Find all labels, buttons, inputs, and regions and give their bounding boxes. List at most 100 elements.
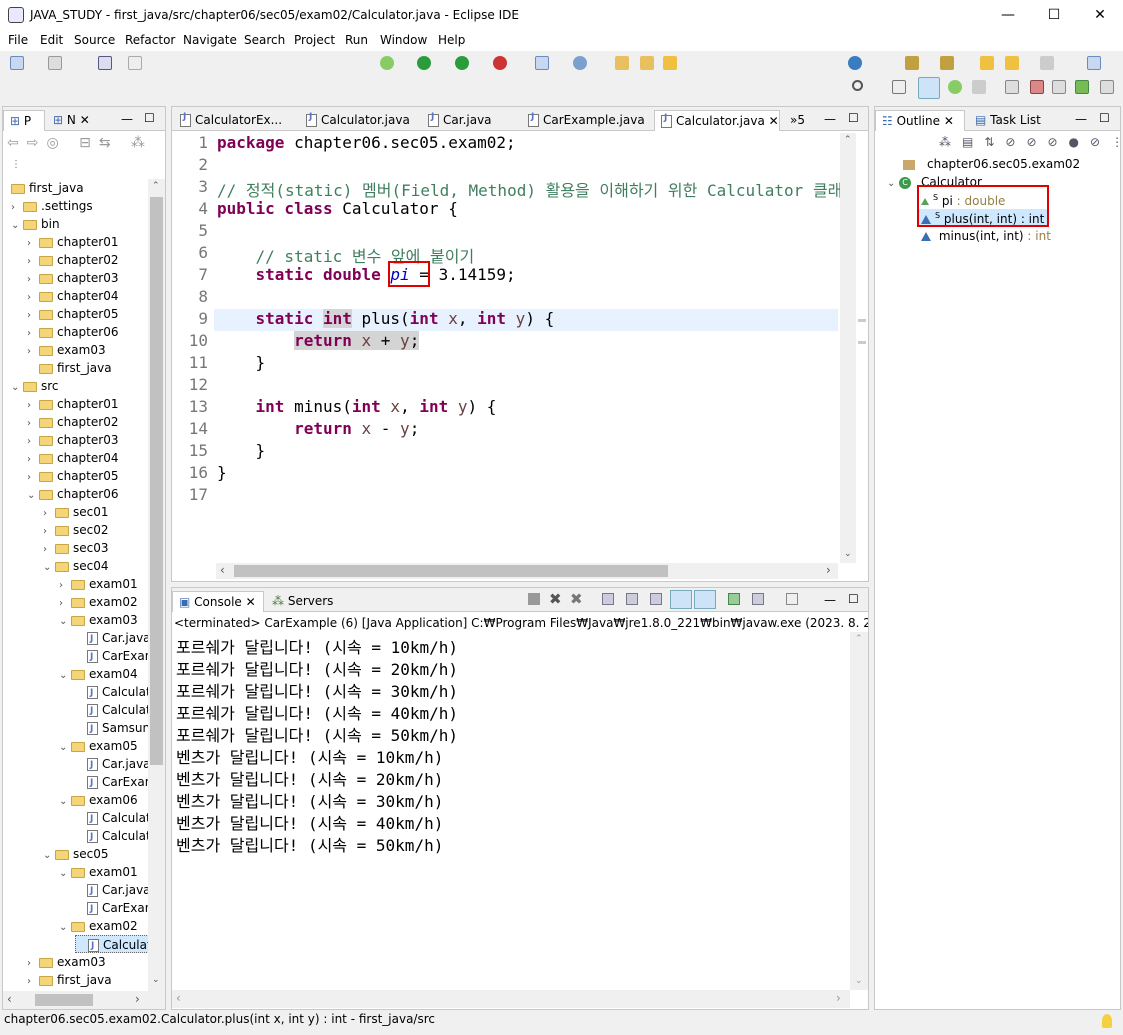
show-stderr-icon[interactable] <box>694 590 716 609</box>
tree-folder-item[interactable]: › chapter04 <box>27 449 118 467</box>
java-perspective-icon[interactable] <box>918 77 940 99</box>
scroll-right-icon[interactable]: › <box>135 992 140 1006</box>
tree-folder-item[interactable]: › first_java <box>27 971 112 987</box>
menu-run[interactable]: Run <box>345 33 368 47</box>
chevron-down-icon[interactable]: ⌄ <box>59 613 69 631</box>
display-console-icon[interactable] <box>752 593 764 605</box>
tab-task-list[interactable]: ▤ Task List <box>969 110 1049 131</box>
tree-folder-item[interactable]: › exam02 <box>59 593 138 611</box>
perspective-icon-2[interactable] <box>1030 80 1044 94</box>
close-icon[interactable]: ✕ <box>80 113 90 127</box>
tree-folder-item[interactable]: ⌄ exam02 <box>59 917 138 935</box>
menu-navigate[interactable]: Navigate <box>183 33 237 47</box>
tab-overflow[interactable]: »5 <box>784 110 814 131</box>
tree-file-item[interactable]: Car.java <box>75 755 149 774</box>
tab-calculator-java-1[interactable]: Calculator.java <box>300 110 412 131</box>
prev-annotation-icon[interactable] <box>940 56 954 70</box>
tree-folder-item[interactable]: › chapter05 <box>27 467 118 485</box>
tree-folder-item[interactable]: › exam03 <box>27 341 106 359</box>
tree-folder-item[interactable]: ⌄ exam06 <box>59 791 138 809</box>
forward-history-icon[interactable] <box>1040 56 1054 70</box>
open-task-icon[interactable] <box>640 56 654 70</box>
tree-file-item[interactable]: Calculator <box>75 935 149 955</box>
chevron-right-icon[interactable]: › <box>27 973 37 987</box>
editor-hscroll-thumb[interactable] <box>234 565 668 577</box>
editor-vscrollbar[interactable]: ⌃ ⌄ <box>840 133 856 563</box>
debug-icon[interactable] <box>380 56 394 70</box>
tree-folder-item[interactable]: ⌄ exam05 <box>59 737 138 755</box>
run-icon[interactable] <box>417 56 431 70</box>
chevron-down-icon[interactable]: ⌄ <box>59 793 69 811</box>
console-output[interactable]: 포르쉐가 달립니다! (시속 = 10km/h) 포르쉐가 달립니다! (시속 =… <box>172 632 850 988</box>
tree-folder-item[interactable]: ⌄ exam03 <box>59 611 138 629</box>
tree-folder-item[interactable]: › sec02 <box>43 521 109 539</box>
next-annotation-icon[interactable] <box>905 56 919 70</box>
pin-editor-icon[interactable] <box>1087 56 1101 70</box>
open-console-icon[interactable] <box>786 593 798 605</box>
maximize-icon[interactable]: ☐ <box>848 111 859 125</box>
view-menu-icon[interactable]: ⋮ <box>11 159 21 170</box>
tree-folder-item[interactable]: › chapter02 <box>27 413 118 431</box>
tree-folder-item[interactable]: › chapter01 <box>27 395 118 413</box>
tree-folder-item[interactable]: ⌄ sec04 <box>43 557 109 575</box>
tab-calculatorexample[interactable]: CalculatorEx... <box>174 110 292 131</box>
tree-folder-item[interactable]: › chapter02 <box>27 251 118 269</box>
open-perspective-icon[interactable] <box>892 80 906 94</box>
terminate-icon[interactable] <box>528 593 540 605</box>
minimize-icon[interactable]: — <box>1075 112 1087 126</box>
show-stdout-icon[interactable] <box>670 590 692 609</box>
tree-folder-item[interactable]: › chapter03 <box>27 431 118 449</box>
remove-all-icon[interactable]: ✖ <box>570 590 583 608</box>
chevron-down-icon[interactable]: ⌄ <box>887 178 897 189</box>
tree-file-item[interactable]: Calculator <box>75 827 149 846</box>
tree-file-item[interactable]: CarExamp <box>75 773 149 792</box>
tab-calculator-java-active[interactable]: Calculator.java ✕ <box>654 110 780 131</box>
tab-carexample-java[interactable]: CarExample.java <box>522 110 648 131</box>
tree-folder-item[interactable]: first_java <box>27 359 112 377</box>
chevron-down-icon[interactable]: ⌄ <box>59 865 69 883</box>
close-button[interactable]: ✕ <box>1077 0 1123 31</box>
tab-package-explorer[interactable]: ⊞ P <box>3 110 45 131</box>
tree-folder-item[interactable]: ⌄ sec05 <box>43 845 109 863</box>
tree-folder-item[interactable]: ⌄ exam01 <box>59 863 138 881</box>
maximize-button[interactable]: ☐ <box>1031 0 1077 31</box>
tree-folder-item[interactable]: › chapter06 <box>27 323 118 341</box>
tree-folder-item[interactable]: ⌄ exam04 <box>59 665 138 683</box>
minimize-icon[interactable]: — <box>121 112 133 126</box>
scroll-up-icon[interactable]: ⌃ <box>152 181 160 191</box>
chevron-down-icon[interactable]: ⌄ <box>43 559 53 577</box>
debug-perspective-icon[interactable] <box>948 80 962 94</box>
globe-icon[interactable] <box>848 56 862 70</box>
pin-console-icon[interactable] <box>728 593 740 605</box>
tab-navigator[interactable]: ⊞ N ✕ <box>47 110 103 131</box>
tree-folder-item[interactable]: › exam03 <box>27 953 106 971</box>
chevron-down-icon[interactable]: ⌄ <box>11 217 21 235</box>
minimize-icon[interactable]: — <box>824 593 836 607</box>
menu-window[interactable]: Window <box>380 33 427 47</box>
scroll-down-icon[interactable]: ⌄ <box>152 975 160 985</box>
tree-file-item[interactable]: Car.java <box>75 881 149 900</box>
tree-file-item[interactable]: CarExamp <box>75 647 149 666</box>
menu-file[interactable]: File <box>8 33 28 47</box>
forward-icon[interactable] <box>1005 56 1019 70</box>
tree-folder-item[interactable]: › chapter05 <box>27 305 118 323</box>
perspective-icon-4[interactable] <box>1075 80 1089 94</box>
tree-file-item[interactable]: SamsungC <box>75 719 149 738</box>
code-area[interactable]: 1 2 3 4 5 6 7 8 9 10 11 12 13 14 15 16 17 package chapte… <box>172 133 842 563</box>
chevron-down-icon[interactable]: ⌄ <box>59 739 69 757</box>
tree-folder-item[interactable]: › sec01 <box>43 503 109 521</box>
console-vscrollbar[interactable]: ⌃ ⌄ <box>850 632 868 990</box>
chevron-down-icon[interactable]: ⌄ <box>43 847 53 865</box>
scroll-right-icon[interactable]: › <box>836 991 841 1005</box>
tree-folder-item[interactable]: ⌄ src <box>11 377 59 395</box>
maximize-icon[interactable]: ☐ <box>848 592 859 606</box>
console-hscrollbar[interactable]: ‹ › <box>172 990 850 1008</box>
tree-file-item[interactable]: Calculator <box>75 683 149 702</box>
tree-folder-item[interactable]: first_java <box>11 179 84 197</box>
chevron-down-icon[interactable]: ⌄ <box>11 379 21 397</box>
menu-project[interactable]: Project <box>294 33 335 47</box>
menu-refactor[interactable]: Refactor <box>125 33 175 47</box>
lightbulb-icon[interactable] <box>1102 1014 1112 1028</box>
scroll-up-icon[interactable]: ⌃ <box>844 135 852 145</box>
remove-launch-icon[interactable]: ✖ <box>549 590 562 608</box>
